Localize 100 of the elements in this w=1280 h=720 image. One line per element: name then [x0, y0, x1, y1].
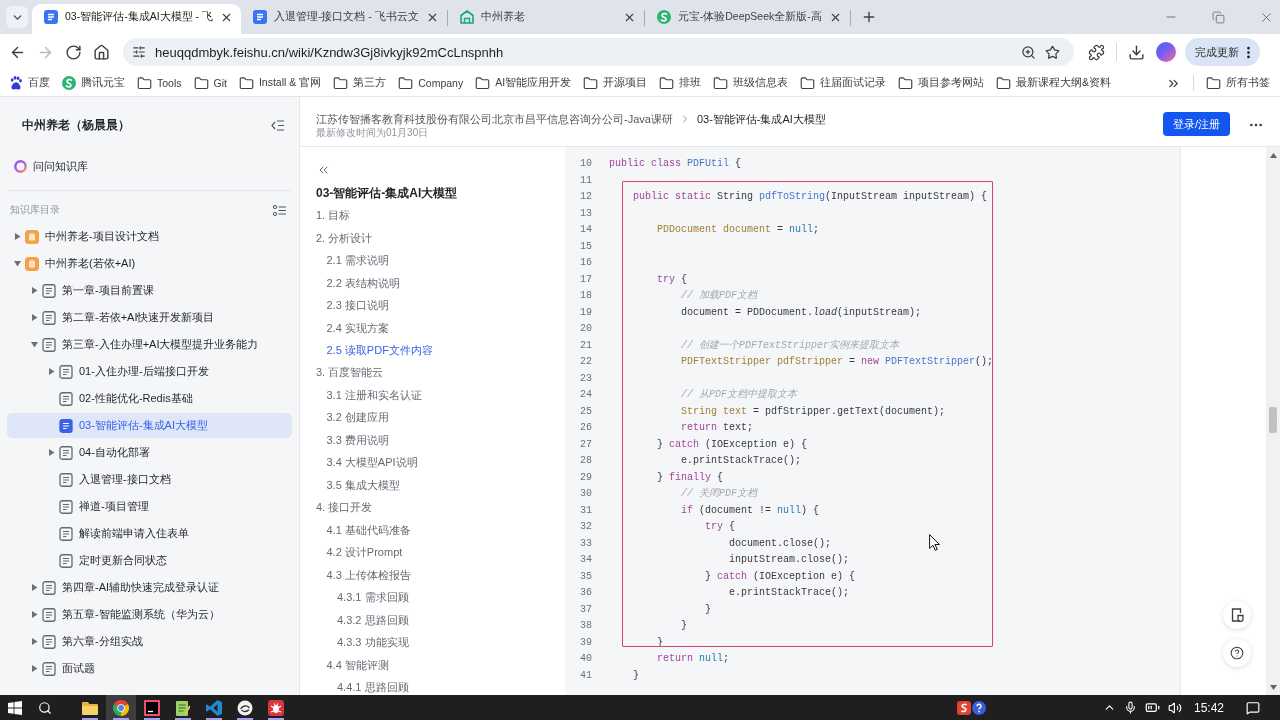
folder-icon[interactable]	[82, 700, 98, 715]
tile-icon[interactable]	[144, 699, 160, 716]
browser-icon[interactable]	[113, 699, 129, 716]
outline-item[interactable]: 4.2 设计Prompt	[326, 544, 403, 561]
caret-icon[interactable]	[30, 584, 38, 591]
extensions-icon[interactable]	[1088, 43, 1105, 61]
outline-item[interactable]: 2. 分析设计	[316, 229, 373, 246]
profile-avatar[interactable]	[1156, 42, 1176, 62]
taskbar-app[interactable]	[106, 695, 136, 720]
tree-item[interactable]: 第六章-分组实战	[7, 629, 292, 654]
ribbon-icon[interactable]	[206, 699, 222, 716]
tree-item[interactable]: 面试题	[7, 656, 292, 681]
outline-item[interactable]: 3.1 注册和实名认证	[326, 386, 422, 403]
collapse-sidebar-icon[interactable]	[271, 119, 284, 131]
microphone-icon[interactable]	[1123, 701, 1137, 714]
ask-button[interactable]: 问问知识库	[14, 156, 88, 176]
bookmark[interactable]: 开源项目	[583, 75, 648, 91]
outline-item[interactable]: 2.3 接口说明	[326, 297, 389, 314]
scrollbar[interactable]	[1266, 147, 1280, 695]
site-info-icon[interactable]	[132, 45, 146, 59]
download-icon[interactable]	[1128, 43, 1145, 61]
tree-item[interactable]: 第四章-AI辅助快速完成登录认证	[7, 575, 292, 600]
login-button[interactable]: 登录/注册	[1162, 112, 1230, 136]
outline-item[interactable]: 2.5 读取PDF文件内容	[326, 341, 433, 358]
outline-item[interactable]: 4.1 基础代码准备	[326, 521, 411, 538]
caret-icon[interactable]	[13, 260, 21, 267]
address-field[interactable]: heuqqdmbyk.feishu.cn/wiki/Kzndw3Gj8ivkyjk92mCcLnspnhh	[123, 38, 1074, 66]
document-button[interactable]	[1223, 601, 1251, 629]
start-menu-icon[interactable]	[8, 700, 22, 715]
notepad-icon[interactable]	[176, 699, 190, 716]
tree-item[interactable]: 第三章-入住办理+AI大模型提升业务能力	[7, 332, 292, 357]
tree-item[interactable]: 解读前端申请入住表单	[7, 521, 292, 546]
bookmark[interactable]: 班级信息表	[713, 75, 789, 91]
outline-item[interactable]: 4.4.1 思路回顾	[337, 679, 409, 695]
home-icon[interactable]	[93, 43, 110, 61]
outline-item[interactable]: 4.3 上传体检报告	[326, 566, 411, 583]
tree-item[interactable]: 定时更新合同状态	[7, 548, 292, 573]
bookmark[interactable]: 所有书签	[1206, 75, 1270, 91]
reload-icon[interactable]	[65, 43, 82, 61]
tree-item[interactable]: 第五章-智能监测系统（华为云）	[7, 602, 292, 627]
caret-icon[interactable]	[13, 233, 21, 240]
caret-icon[interactable]	[30, 665, 38, 672]
outline-item[interactable]: 4.3.2 思路回顾	[337, 611, 409, 628]
zoom-icon[interactable]	[1021, 44, 1036, 60]
outline-item[interactable]: 4.3.1 需求回顾	[337, 589, 409, 606]
star-icon[interactable]	[1045, 44, 1060, 60]
tree-item[interactable]: 入退管理-接口文档	[7, 467, 292, 492]
outline-item[interactable]: 4.3.3 功能实现	[337, 634, 409, 651]
bookmark[interactable]: Company	[398, 75, 464, 91]
bookmark[interactable]: 百度	[9, 76, 50, 90]
bookmark[interactable]: 排班	[659, 75, 702, 91]
browser-tab[interactable]: 元宝-体验DeepSeek全新版-高	[644, 4, 850, 34]
outline-item[interactable]: 4.4 智能评测	[326, 656, 389, 673]
notification-icon[interactable]	[1246, 700, 1260, 715]
caret-icon[interactable]	[47, 449, 55, 456]
scroll-thumb[interactable]	[1269, 407, 1277, 433]
outline-item[interactable]: 3.3 费用说明	[326, 431, 389, 448]
search-icon[interactable]	[38, 700, 52, 715]
bug-icon[interactable]	[268, 699, 284, 716]
caret-icon[interactable]	[30, 287, 38, 294]
outline-item[interactable]: 1. 目标	[316, 207, 351, 224]
outline-item[interactable]: 3.4 大模型API说明	[326, 454, 418, 471]
bookmark[interactable]: Git	[193, 75, 227, 91]
bookmark[interactable]: Tools	[137, 75, 182, 91]
outline-item[interactable]: 3. 百度智能云	[316, 364, 384, 381]
browser-tab[interactable]: 中州养老	[447, 4, 644, 34]
tree-item[interactable]: 第一章-项目前置课	[7, 278, 292, 303]
caret-icon[interactable]	[30, 638, 38, 645]
outline-item[interactable]: 4. 接口开发	[316, 499, 373, 516]
breadcrumb-link[interactable]: 江苏传智播客教育科技股份有限公司北京市昌平信息咨询分公司-Java课研	[316, 111, 673, 127]
outline-item[interactable]: 3.5 集成大模型	[326, 476, 400, 493]
list-icon[interactable]	[273, 204, 286, 216]
tree-item[interactable]: 01-入住办理-后端接口开发	[7, 359, 292, 384]
update-button[interactable]: 完成更新	[1185, 38, 1260, 66]
outline-item[interactable]: 3.2 创建应用	[326, 409, 389, 426]
circle-logo-icon[interactable]	[237, 699, 253, 716]
tree-item[interactable]: 02-性能优化-Redis基础	[7, 386, 292, 411]
bookmark[interactable]: 项目参考网站	[898, 75, 985, 91]
tree-item[interactable]: 禅道-项目管理	[7, 494, 292, 519]
bookmark[interactable]: Install & 官网	[238, 75, 322, 91]
scroll-down-icon[interactable]	[1269, 685, 1277, 690]
outline-item[interactable]: 2.1 需求说明	[326, 252, 389, 269]
help-badge-icon[interactable]	[971, 700, 986, 715]
tree-item[interactable]: 中州养老(若依+AI)	[7, 251, 292, 276]
tree-item[interactable]: 04-自动化部署	[7, 440, 292, 465]
tray-app-icon[interactable]	[956, 700, 971, 715]
caret-icon[interactable]	[30, 611, 38, 618]
tree-item[interactable]: 第二章-若依+AI快速开发新项目	[7, 305, 292, 330]
caret-icon[interactable]	[30, 341, 38, 348]
browser-tab[interactable]: 入退管理-接口文档 - 飞书云文	[240, 4, 447, 34]
bookmark[interactable]: AI智能应用开发	[475, 75, 572, 91]
tab-search-button[interactable]	[6, 6, 28, 28]
outline-item[interactable]: 2.4 实现方案	[326, 319, 389, 336]
tree-item[interactable]: 03-智能评估-集成AI大模型	[7, 413, 292, 438]
scroll-up-icon[interactable]	[1269, 153, 1277, 158]
battery-icon[interactable]	[1144, 700, 1160, 715]
bookmark[interactable]: 往届面试记录	[800, 75, 887, 91]
help-button[interactable]	[1223, 639, 1251, 667]
tree-item[interactable]: 中州养老-项目设计文档	[7, 224, 292, 249]
bookmark[interactable]: 最新课程大纲&资料	[996, 75, 1112, 91]
